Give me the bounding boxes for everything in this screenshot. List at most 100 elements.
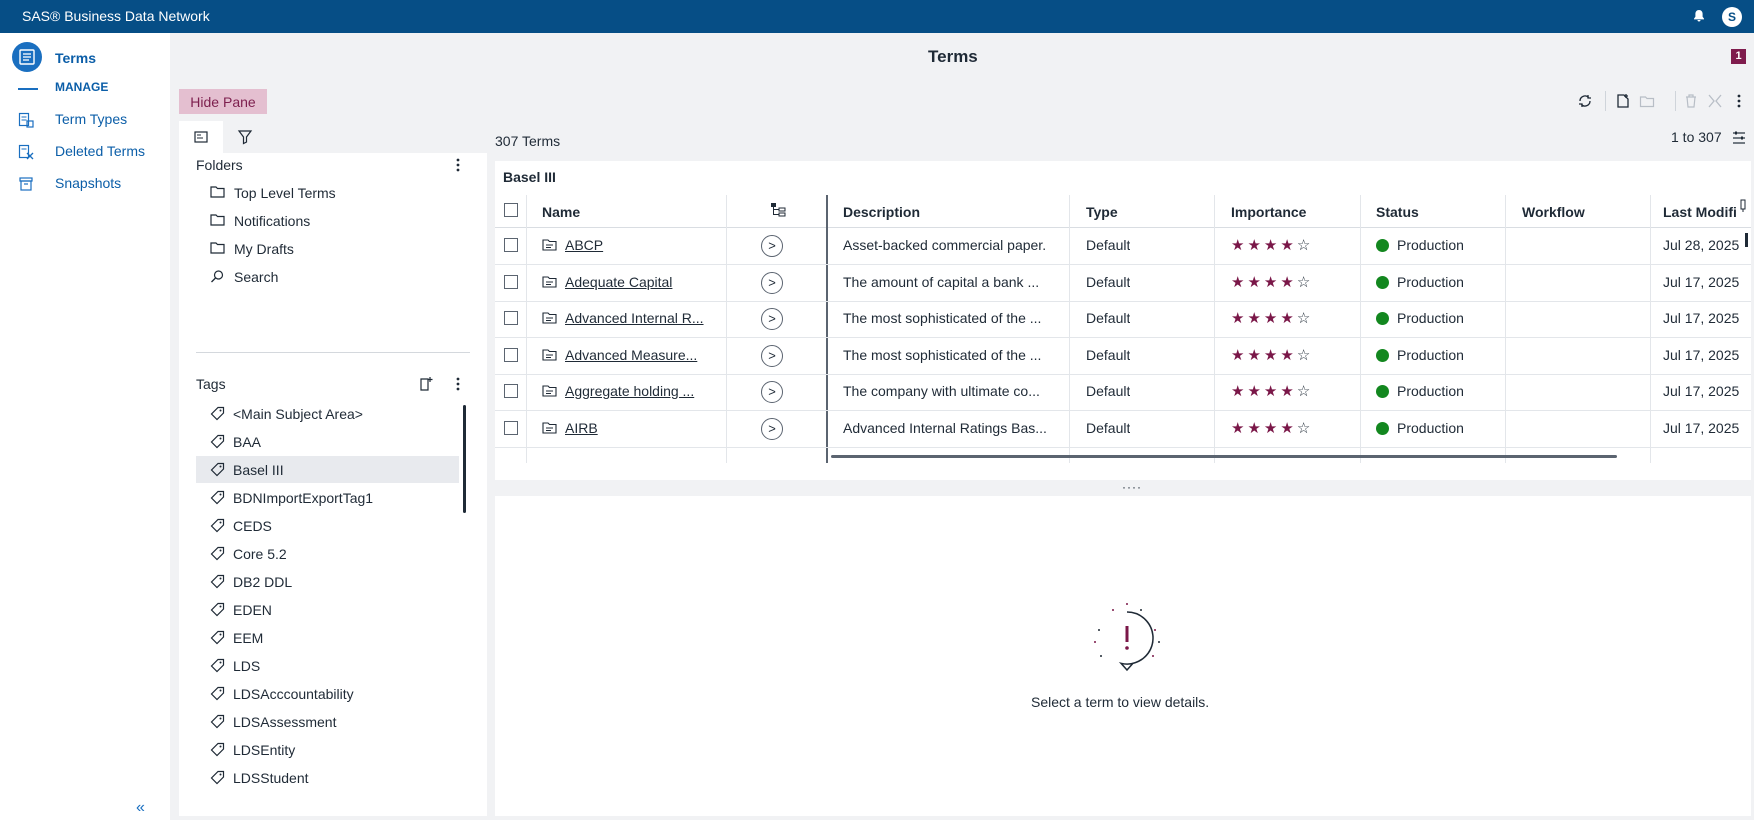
- table-row[interactable]: Advanced Internal R... > The most sophisti…: [495, 301, 1751, 338]
- row-checkbox[interactable]: [504, 274, 518, 289]
- star-empty-icon[interactable]: ☆: [1297, 309, 1310, 327]
- term-name-link[interactable]: ABCP: [565, 237, 715, 253]
- vertical-scrollbar[interactable]: [1745, 233, 1748, 247]
- term-name-link[interactable]: AIRB: [565, 420, 715, 436]
- tag-item[interactable]: BDNImportExportTag1: [196, 484, 459, 511]
- row-checkbox[interactable]: [504, 238, 518, 252]
- table-row[interactable]: Adequate Capital > The amount of capital a…: [495, 265, 1751, 302]
- tags-more-icon[interactable]: [450, 376, 466, 392]
- tag-item[interactable]: <Main Subject Area>: [196, 400, 459, 427]
- star-empty-icon[interactable]: ☆: [1297, 273, 1310, 291]
- tab-folders[interactable]: [179, 121, 223, 153]
- expand-children-button[interactable]: >: [761, 417, 783, 440]
- col-status[interactable]: Status: [1376, 204, 1419, 220]
- col-importance[interactable]: Importance: [1231, 204, 1306, 220]
- star-filled-icon[interactable]: ★: [1264, 382, 1277, 400]
- tag-item[interactable]: Core 5.2: [196, 540, 459, 567]
- hide-pane-button[interactable]: Hide Pane: [179, 89, 267, 114]
- tag-item[interactable]: EDEN: [196, 596, 459, 623]
- row-checkbox[interactable]: [504, 384, 518, 398]
- tag-item[interactable]: DB2 DDL: [196, 568, 459, 595]
- star-filled-icon[interactable]: ★: [1264, 273, 1277, 291]
- tag-item[interactable]: CEDS: [196, 512, 459, 539]
- expand-children-button[interactable]: >: [761, 235, 783, 257]
- star-filled-icon[interactable]: ★: [1264, 419, 1277, 437]
- table-row[interactable]: Aggregate holding ... > The company with u…: [495, 374, 1751, 411]
- term-name-link[interactable]: Adequate Capital: [565, 274, 715, 290]
- tag-item[interactable]: LDSAcccountability: [196, 680, 459, 707]
- panel-resize-handle[interactable]: ····: [1122, 480, 1142, 494]
- expand-children-button[interactable]: >: [761, 344, 783, 367]
- star-filled-icon[interactable]: ★: [1231, 273, 1244, 291]
- table-row[interactable]: AIRB > Advanced Internal Ratings Bas... Def…: [495, 411, 1751, 448]
- col-type[interactable]: Type: [1086, 204, 1118, 220]
- tag-item[interactable]: LDSAssessment: [196, 708, 459, 735]
- star-filled-icon[interactable]: ★: [1247, 346, 1260, 364]
- star-filled-icon[interactable]: ★: [1280, 273, 1293, 291]
- row-checkbox[interactable]: [504, 420, 518, 435]
- star-empty-icon[interactable]: ☆: [1297, 382, 1310, 400]
- star-filled-icon[interactable]: ★: [1280, 419, 1293, 437]
- tag-item-selected[interactable]: Basel III: [196, 456, 459, 483]
- col-name[interactable]: Name: [542, 204, 580, 220]
- star-filled-icon[interactable]: ★: [1247, 309, 1260, 327]
- user-avatar[interactable]: S: [1722, 7, 1742, 27]
- column-options-icon[interactable]: [1731, 130, 1747, 146]
- star-filled-icon[interactable]: ★: [1280, 382, 1293, 400]
- collapse-nav-icon[interactable]: «: [136, 799, 145, 817]
- star-filled-icon[interactable]: ★: [1247, 382, 1260, 400]
- new-term-icon[interactable]: [1615, 93, 1631, 109]
- tag-item[interactable]: LDSStudent: [196, 764, 459, 791]
- star-filled-icon[interactable]: ★: [1247, 236, 1260, 254]
- term-name-link[interactable]: Advanced Measure...: [565, 347, 715, 363]
- horizontal-scrollbar[interactable]: [831, 455, 1617, 458]
- star-filled-icon[interactable]: ★: [1231, 309, 1244, 327]
- row-checkbox[interactable]: [504, 347, 518, 362]
- expand-children-button[interactable]: >: [761, 271, 783, 294]
- expand-children-button[interactable]: >: [761, 381, 783, 403]
- star-filled-icon[interactable]: ★: [1280, 309, 1293, 327]
- table-row[interactable]: ABCP > Asset-backed commercial paper. Defau…: [495, 228, 1751, 265]
- star-filled-icon[interactable]: ★: [1247, 419, 1260, 437]
- hierarchy-icon[interactable]: [770, 202, 786, 218]
- folders-more-icon[interactable]: [450, 157, 466, 173]
- col-last-modified[interactable]: Last Modifi: [1663, 204, 1743, 220]
- col-description[interactable]: Description: [843, 204, 920, 220]
- notification-badge[interactable]: 1: [1731, 49, 1746, 64]
- term-name-link[interactable]: Advanced Internal R...: [565, 310, 715, 326]
- more-actions-icon[interactable]: [1731, 93, 1747, 109]
- term-status: Production: [1376, 274, 1496, 290]
- move-to-folder-icon[interactable]: [1639, 93, 1655, 109]
- col-workflow[interactable]: Workflow: [1522, 204, 1585, 220]
- star-empty-icon[interactable]: ☆: [1297, 419, 1310, 437]
- tab-filter[interactable]: [223, 121, 267, 153]
- tag-item[interactable]: LDSEntity: [196, 736, 459, 763]
- star-filled-icon[interactable]: ★: [1280, 236, 1293, 254]
- refresh-icon[interactable]: [1577, 93, 1593, 109]
- column-menu-icon[interactable]: [1739, 199, 1747, 213]
- bell-icon[interactable]: [1691, 8, 1707, 24]
- star-filled-icon[interactable]: ★: [1280, 346, 1293, 364]
- star-filled-icon[interactable]: ★: [1231, 346, 1244, 364]
- star-filled-icon[interactable]: ★: [1264, 309, 1277, 327]
- expand-children-button[interactable]: >: [761, 308, 783, 330]
- tag-item[interactable]: BAA: [196, 428, 459, 455]
- star-filled-icon[interactable]: ★: [1231, 419, 1244, 437]
- term-name-link[interactable]: Aggregate holding ...: [565, 383, 715, 399]
- star-filled-icon[interactable]: ★: [1264, 346, 1277, 364]
- row-checkbox[interactable]: [504, 311, 518, 325]
- star-filled-icon[interactable]: ★: [1231, 236, 1244, 254]
- select-all-checkbox[interactable]: [504, 203, 518, 217]
- tag-item[interactable]: EEM: [196, 624, 459, 651]
- tag-item[interactable]: LDS: [196, 652, 459, 679]
- tags-scrollbar[interactable]: [463, 405, 466, 513]
- star-empty-icon[interactable]: ☆: [1297, 346, 1310, 364]
- delete-icon[interactable]: [1683, 93, 1699, 109]
- merge-icon[interactable]: [1707, 93, 1723, 109]
- star-filled-icon[interactable]: ★: [1264, 236, 1277, 254]
- table-row[interactable]: Advanced Measure... > The most sophisticat…: [495, 338, 1751, 375]
- new-tag-icon[interactable]: [418, 376, 434, 392]
- star-filled-icon[interactable]: ★: [1231, 382, 1244, 400]
- star-filled-icon[interactable]: ★: [1247, 273, 1260, 291]
- star-empty-icon[interactable]: ☆: [1297, 236, 1310, 254]
